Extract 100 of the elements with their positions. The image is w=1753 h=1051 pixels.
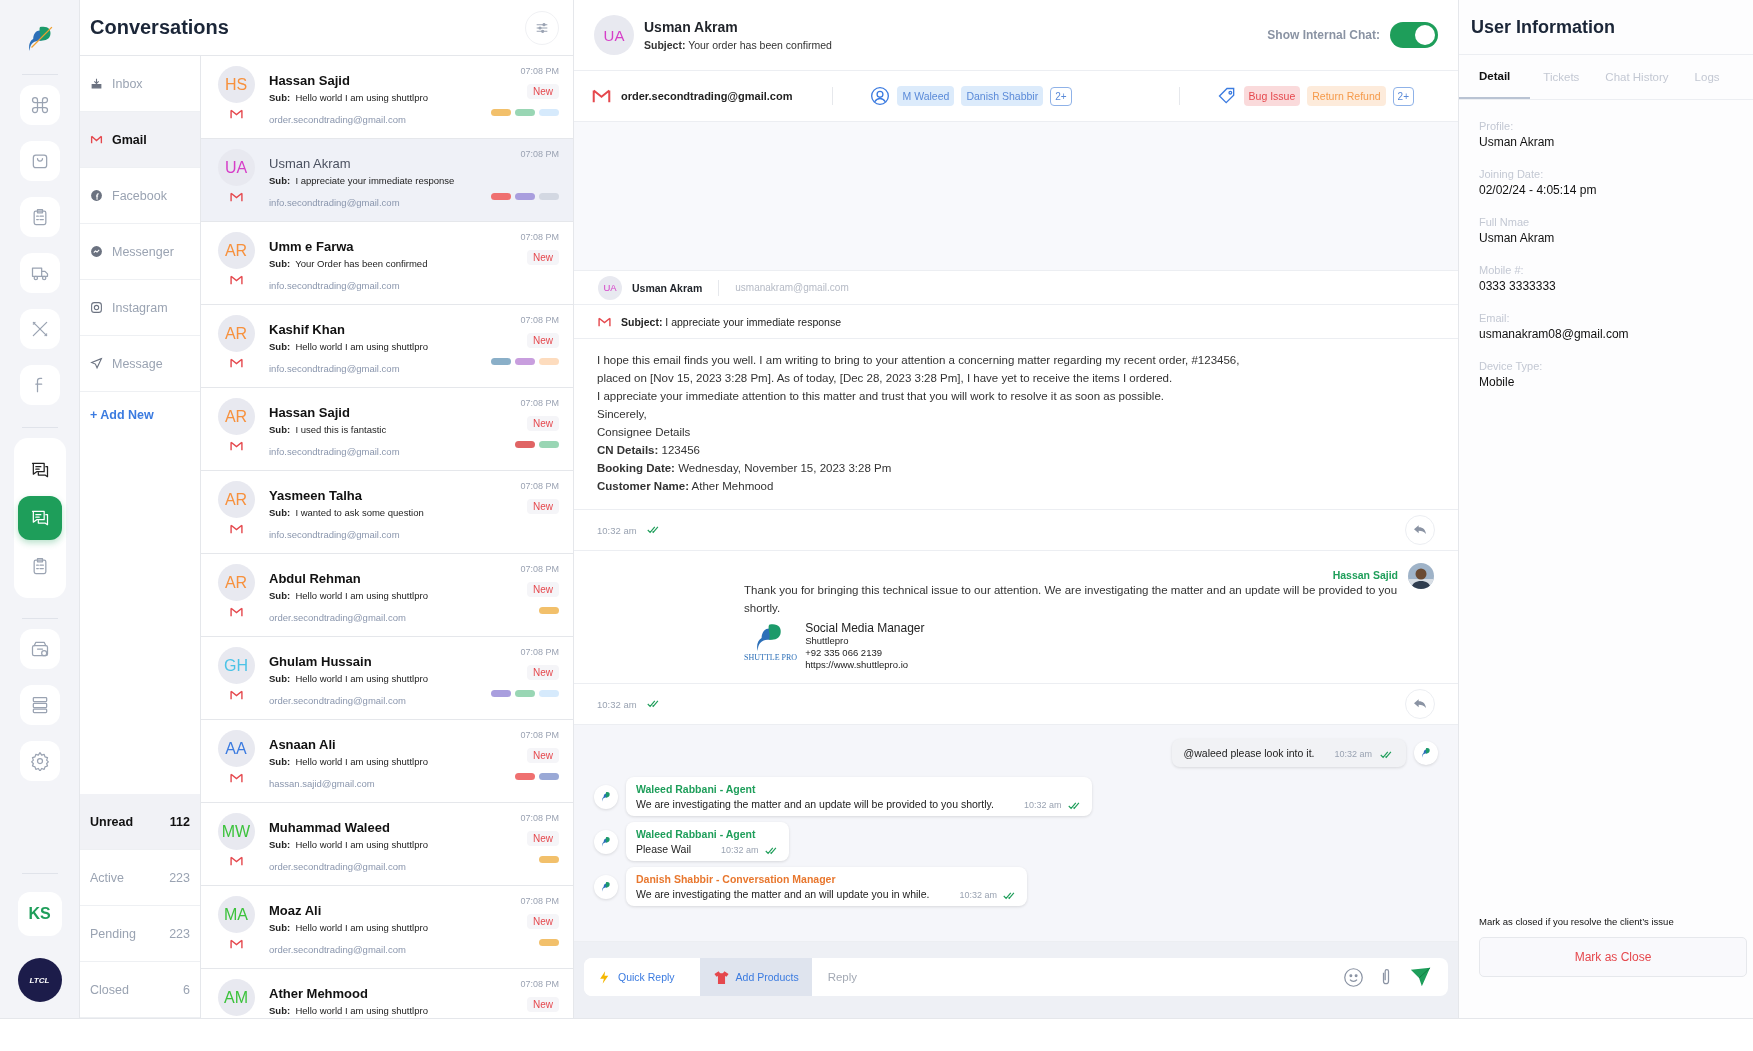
reply-field[interactable]: Reply — [823, 962, 1331, 992]
sender-name: Danish Shabbir - Conversation Manager — [636, 873, 837, 885]
brand-badge: LTCL — [17, 958, 62, 1002]
time-label: 10:32 am — [1334, 749, 1372, 759]
contact-name: Ather Mehmood — [269, 986, 369, 1001]
avatar: AR — [217, 232, 255, 269]
avatar: HS — [217, 66, 255, 103]
email-address: info.secondtrading@gmail.com — [269, 446, 401, 457]
time-label: 10:32 am — [1024, 800, 1062, 810]
gmail-icon — [229, 109, 243, 119]
time-label: 10:32 am — [597, 524, 637, 536]
contact-name: Hassan Sajid — [269, 405, 351, 420]
gmail-icon — [90, 133, 103, 146]
avatar: MW — [217, 813, 255, 850]
email-body-line: placed on [Nov 15, 2023 3:28 Pm]. As of today, [Dec 28, 2023 3:28 Pm], I have yet to receive the items I ordered. — [597, 371, 1174, 386]
message-text: Please Wail — [636, 843, 692, 855]
field-value: Usman Akram — [1479, 231, 1556, 245]
chat-icon — [29, 460, 50, 480]
email-address: order.secondtrading@gmail.com — [269, 861, 407, 872]
subject-text: Sub: Hello world I am using shuttlpro — [269, 1005, 429, 1016]
subject-text: Sub: Hello world I am using shuttlpro — [269, 341, 429, 352]
email-address: hassan.sajid@gmail.com — [269, 778, 376, 789]
read-check-icon — [646, 700, 661, 708]
subject-text: Sub: I used this is fantastic — [269, 424, 388, 435]
status-badge: New — [527, 499, 559, 514]
contact-name: Umm e Farwa — [269, 239, 355, 254]
gmail-icon — [229, 358, 243, 368]
reply-composer[interactable]: Quick Reply Add Products Reply — [584, 958, 1448, 996]
message-text: Thank you for bringing this technical issue to our attention. We are investigating the matter and an update will be provided to you shortly. — [744, 583, 1398, 616]
add-channel-link[interactable]: + Add New — [80, 392, 200, 438]
send-icon — [90, 357, 103, 370]
gmail-icon — [229, 607, 243, 617]
user-avatar[interactable]: KS — [17, 892, 62, 936]
avatar: UA — [598, 275, 622, 300]
messenger-icon — [90, 245, 103, 258]
conversation-item[interactable]: UA Usman Akram Sub: I appreciate your immediate response info.secondtrading@gmail.com 07:08 PM — [201, 139, 573, 222]
field-label: Joining Date: — [1479, 168, 1545, 180]
email-address: order.secondtrading@gmail.com — [269, 944, 407, 955]
avatar: AR — [217, 398, 255, 435]
box-icon — [29, 639, 50, 659]
time-label: 07:08 PM — [520, 149, 559, 159]
filter-button[interactable] — [525, 10, 559, 45]
email-address: info.secondtrading@gmail.com — [269, 363, 401, 374]
more-chip[interactable]: 2+ — [1050, 86, 1072, 106]
channel-tab[interactable]: Gmail — [80, 112, 200, 168]
gmail-icon — [598, 316, 611, 327]
gmail-icon — [229, 939, 243, 949]
reply-button[interactable] — [1405, 689, 1435, 719]
settings-button[interactable] — [19, 741, 60, 781]
command-icon — [29, 95, 50, 115]
avatar: MA — [217, 896, 255, 933]
subject-text: Sub: Your Order has been confirmed — [269, 258, 429, 269]
gmail-icon — [592, 89, 611, 103]
status-badge: New — [527, 831, 559, 846]
logo-icon — [1420, 747, 1432, 759]
status-filter[interactable]: Unread 112 — [80, 794, 200, 850]
field-label: Device Type: — [1479, 360, 1544, 372]
email-address: order.secondtrading@gmail.com — [269, 695, 407, 706]
email-address: info.secondtrading@gmail.com — [269, 529, 401, 540]
logo-icon — [600, 880, 612, 893]
read-check-icon — [1380, 751, 1394, 759]
avatar: UA — [217, 149, 255, 186]
reply-button[interactable] — [1405, 515, 1435, 545]
tag-chip: Return Refund — [1307, 86, 1386, 106]
contact-name: Hassan Sajid — [269, 73, 351, 88]
avatar: UA — [594, 15, 634, 55]
time-label: 07:08 PM — [520, 896, 559, 906]
signature-link[interactable]: https://www.shuttlepro.io — [805, 659, 925, 671]
field-value: 0333 3333333 — [1479, 279, 1557, 293]
internal-chat-toggle[interactable] — [1390, 22, 1438, 48]
tab[interactable]: Detail — [1459, 55, 1531, 99]
field-label: Mobile #: — [1479, 264, 1525, 276]
contact-name: Moaz Ali — [269, 903, 323, 918]
avatar: AM — [217, 979, 255, 1016]
mark-as-close-button[interactable]: Mark as Close — [1479, 937, 1747, 977]
email-body-line: I appreciate your immediate attention to this matter and trust that you will work to resolve it as soon as possible. — [597, 389, 1165, 404]
email-body-line: Sincerely, — [597, 407, 648, 422]
emoji-icon[interactable] — [1343, 966, 1364, 988]
status-badge: New — [527, 84, 559, 99]
status-badge: New — [527, 250, 559, 265]
assignee-chip: M Waleed — [897, 86, 955, 106]
field-label: Profile: — [1479, 120, 1515, 132]
time-label: 07:08 PM — [520, 979, 559, 989]
message-text: @waleed please look into it. — [1183, 747, 1315, 759]
settings-icon — [29, 751, 50, 771]
chat-icon — [29, 508, 50, 528]
avatar: AR — [217, 564, 255, 601]
status-badge: New — [527, 416, 559, 431]
email-address: info.secondtrading@gmail.com — [269, 197, 401, 208]
read-check-icon — [646, 526, 661, 534]
add-products-button[interactable]: Add Products — [699, 958, 812, 996]
contact-name: Usman Akram — [269, 156, 352, 171]
author-name: Hassan Sajid — [1331, 569, 1398, 581]
help-text: Mark as closed if you resolve the client’s issue — [1478, 916, 1675, 929]
more-chip[interactable]: 2+ — [1392, 86, 1414, 106]
time-label: 07:08 PM — [520, 647, 559, 657]
time-label: 07:08 PM — [520, 232, 559, 242]
status-badge: New — [527, 582, 559, 597]
read-check-icon — [764, 847, 779, 855]
time-label: 07:08 PM — [520, 564, 559, 574]
